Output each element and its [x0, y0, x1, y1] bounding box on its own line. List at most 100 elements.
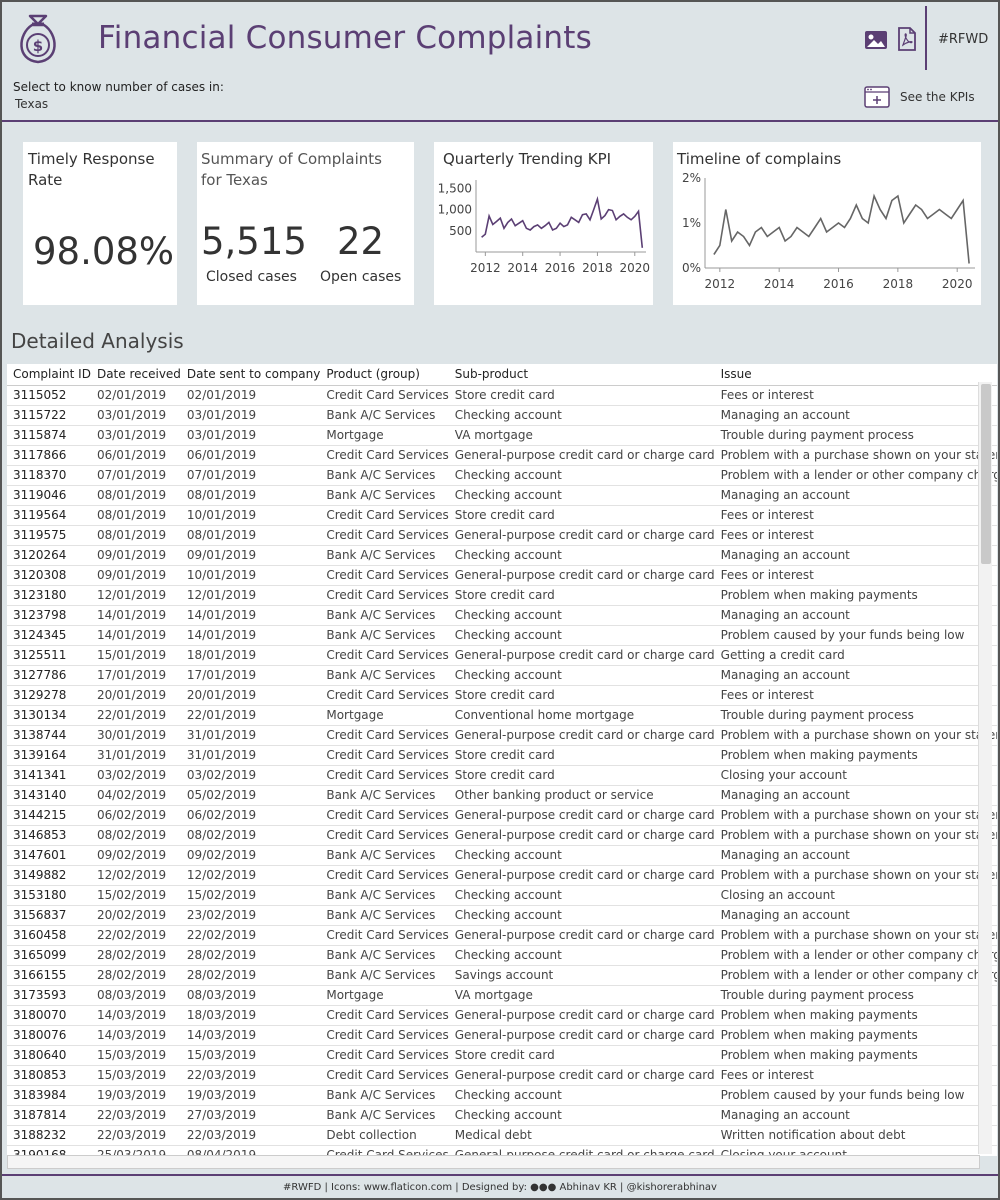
vertical-scrollbar[interactable] [978, 382, 992, 1154]
column-header[interactable]: Product (group) [320, 364, 449, 386]
column-header[interactable]: Issue [714, 364, 997, 386]
table-row[interactable]: 3124345 14/01/2019 14/01/2019 Bank A/C Serv… [7, 625, 997, 646]
table-row[interactable]: 3115874 03/01/2019 03/01/2019 Mortgage VA mo… [7, 425, 997, 446]
table-cell: 20/01/2019 [90, 685, 181, 706]
table-row[interactable]: 3180076 14/03/2019 14/03/2019 Credit Card S… [7, 1025, 997, 1046]
table-row[interactable]: 3115722 03/01/2019 03/01/2019 Bank A/C Serv… [7, 405, 997, 426]
table-cell: 3115722 [7, 405, 91, 426]
table-cell: 3117866 [7, 445, 91, 466]
table-cell: 3165099 [7, 945, 91, 966]
table-row[interactable]: 3125511 15/01/2019 18/01/2019 Credit Card S… [7, 645, 997, 666]
scroll-thumb[interactable] [981, 384, 991, 564]
table-row[interactable]: 3180853 15/03/2019 22/03/2019 Credit Card S… [7, 1065, 997, 1086]
table-cell: 3180076 [7, 1025, 91, 1046]
table-cell: Written notification about debt [714, 1125, 997, 1146]
table-row[interactable]: 3146853 08/02/2019 08/02/2019 Credit Card S… [7, 825, 997, 846]
column-header[interactable]: Complaint ID [7, 364, 91, 386]
table-cell: Bank A/C Services [320, 485, 449, 506]
table-cell: Credit Card Services [320, 1025, 449, 1046]
table-cell: Managing an account [714, 845, 997, 866]
y-tick-label: 1% [682, 216, 701, 230]
table-row[interactable]: 3166155 28/02/2019 28/02/2019 Bank A/C Serv… [7, 965, 997, 986]
table-row[interactable]: 3117866 06/01/2019 06/01/2019 Credit Card S… [7, 445, 997, 466]
table-row[interactable]: 3123798 14/01/2019 14/01/2019 Bank A/C Serv… [7, 605, 997, 626]
table-cell: 20/02/2019 [90, 905, 181, 926]
column-header[interactable]: Date sent to company [180, 364, 321, 386]
table-cell: Credit Card Services [320, 1045, 449, 1066]
table-row[interactable]: 3188232 22/03/2019 22/03/2019 Debt collecti… [7, 1125, 997, 1146]
table-row[interactable]: 3143140 04/02/2019 05/02/2019 Bank A/C Serv… [7, 785, 997, 806]
table-cell: Fees or interest [714, 1065, 997, 1086]
x-tick-label: 2016 [823, 277, 854, 291]
table-cell: 06/02/2019 [90, 805, 181, 826]
column-header[interactable]: Sub-product [448, 364, 715, 386]
table-cell: 08/01/2019 [90, 505, 181, 526]
table-cell: 14/03/2019 [90, 1025, 181, 1046]
table-cell: 19/03/2019 [90, 1085, 181, 1106]
x-tick-label: 2020 [942, 277, 973, 291]
table-cell: 30/01/2019 [90, 725, 181, 746]
table-cell: 3130134 [7, 705, 91, 726]
table-row[interactable]: 3147601 09/02/2019 09/02/2019 Bank A/C Serv… [7, 845, 997, 866]
table-row[interactable]: 3153180 15/02/2019 15/02/2019 Bank A/C Serv… [7, 885, 997, 906]
table-cell: General-purpose credit card or charge ca… [448, 725, 715, 746]
table-row[interactable]: 3165099 28/02/2019 28/02/2019 Bank A/C Serv… [7, 945, 997, 966]
image-icon[interactable] [864, 30, 888, 50]
x-tick-label: 2020 [620, 261, 651, 275]
table-cell: 15/03/2019 [180, 1045, 321, 1066]
timely-response-value: 98.08% [33, 230, 175, 273]
table-row[interactable]: 3120308 09/01/2019 10/01/2019 Credit Card S… [7, 565, 997, 586]
table-row[interactable]: 3139164 31/01/2019 31/01/2019 Credit Card S… [7, 745, 997, 766]
table-row[interactable]: 3115052 02/01/2019 02/01/2019 Credit Card S… [7, 385, 997, 406]
x-tick-label: 2012 [470, 261, 501, 275]
section-title: Detailed Analysis [11, 329, 184, 353]
table-cell: 3187814 [7, 1105, 91, 1126]
table-cell: Bank A/C Services [320, 965, 449, 986]
horizontal-scrollbar[interactable] [7, 1155, 980, 1169]
table-cell: 14/01/2019 [90, 625, 181, 646]
table-row[interactable]: 3183984 19/03/2019 19/03/2019 Bank A/C Serv… [7, 1085, 997, 1106]
table-row[interactable]: 3144215 06/02/2019 06/02/2019 Credit Card S… [7, 805, 997, 826]
table-cell: Credit Card Services [320, 1065, 449, 1086]
table-row[interactable]: 3119575 08/01/2019 08/01/2019 Credit Card S… [7, 525, 997, 546]
table-cell: Problem when making payments [714, 585, 997, 606]
table-cell: 28/02/2019 [180, 945, 321, 966]
table-row[interactable]: 3187814 22/03/2019 27/03/2019 Bank A/C Serv… [7, 1105, 997, 1126]
table-row[interactable]: 3156837 20/02/2019 23/02/2019 Bank A/C Serv… [7, 905, 997, 926]
table-cell: Problem when making payments [714, 1005, 997, 1026]
open-cases-value: 22 [337, 220, 385, 263]
see-kpis-label: See the KPIs [900, 90, 975, 104]
see-kpis-button[interactable]: See the KPIs [864, 85, 975, 109]
table-cell: 02/01/2019 [180, 385, 321, 406]
table-row[interactable]: 3129278 20/01/2019 20/01/2019 Credit Card S… [7, 685, 997, 706]
table-cell: Credit Card Services [320, 725, 449, 746]
table-cell: 08/01/2019 [180, 485, 321, 506]
column-header[interactable]: Date received [90, 364, 181, 386]
table-row[interactable]: 3120264 09/01/2019 09/01/2019 Bank A/C Serv… [7, 545, 997, 566]
table-cell: 31/01/2019 [90, 745, 181, 766]
table-row[interactable]: 3180640 15/03/2019 15/03/2019 Credit Card S… [7, 1045, 997, 1066]
table-row[interactable]: 3119046 08/01/2019 08/01/2019 Bank A/C Serv… [7, 485, 997, 506]
table-cell: Credit Card Services [320, 765, 449, 786]
closed-cases-label: Closed cases [206, 269, 297, 285]
state-filter[interactable]: Texas [15, 97, 48, 111]
table-cell: General-purpose credit card or charge ca… [448, 645, 715, 666]
table-cell: 28/02/2019 [90, 945, 181, 966]
table-cell: Credit Card Services [320, 1005, 449, 1026]
table-cell: 27/03/2019 [180, 1105, 321, 1126]
table-row[interactable]: 3138744 30/01/2019 31/01/2019 Credit Card S… [7, 725, 997, 746]
table-row[interactable]: 3149882 12/02/2019 12/02/2019 Credit Card S… [7, 865, 997, 886]
table-row[interactable]: 3173593 08/03/2019 08/03/2019 Mortgage VA mo… [7, 985, 997, 1006]
pdf-icon[interactable] [897, 27, 917, 51]
table-row[interactable]: 3141341 03/02/2019 03/02/2019 Credit Card S… [7, 765, 997, 786]
table-row[interactable]: 3160458 22/02/2019 22/02/2019 Credit Card S… [7, 925, 997, 946]
table-row[interactable]: 3130134 22/01/2019 22/01/2019 Mortgage Conve… [7, 705, 997, 726]
table-row[interactable]: 3118370 07/01/2019 07/01/2019 Bank A/C Serv… [7, 465, 997, 486]
table-cell: Managing an account [714, 905, 997, 926]
y-tick-label: 1,000 [438, 203, 472, 217]
page-title: Financial Consumer Complaints [98, 20, 592, 56]
table-row[interactable]: 3119564 08/01/2019 10/01/2019 Credit Card S… [7, 505, 997, 526]
table-row[interactable]: 3180070 14/03/2019 18/03/2019 Credit Card S… [7, 1005, 997, 1026]
table-row[interactable]: 3123180 12/01/2019 12/01/2019 Credit Card S… [7, 585, 997, 606]
table-row[interactable]: 3127786 17/01/2019 17/01/2019 Bank A/C Serv… [7, 665, 997, 686]
